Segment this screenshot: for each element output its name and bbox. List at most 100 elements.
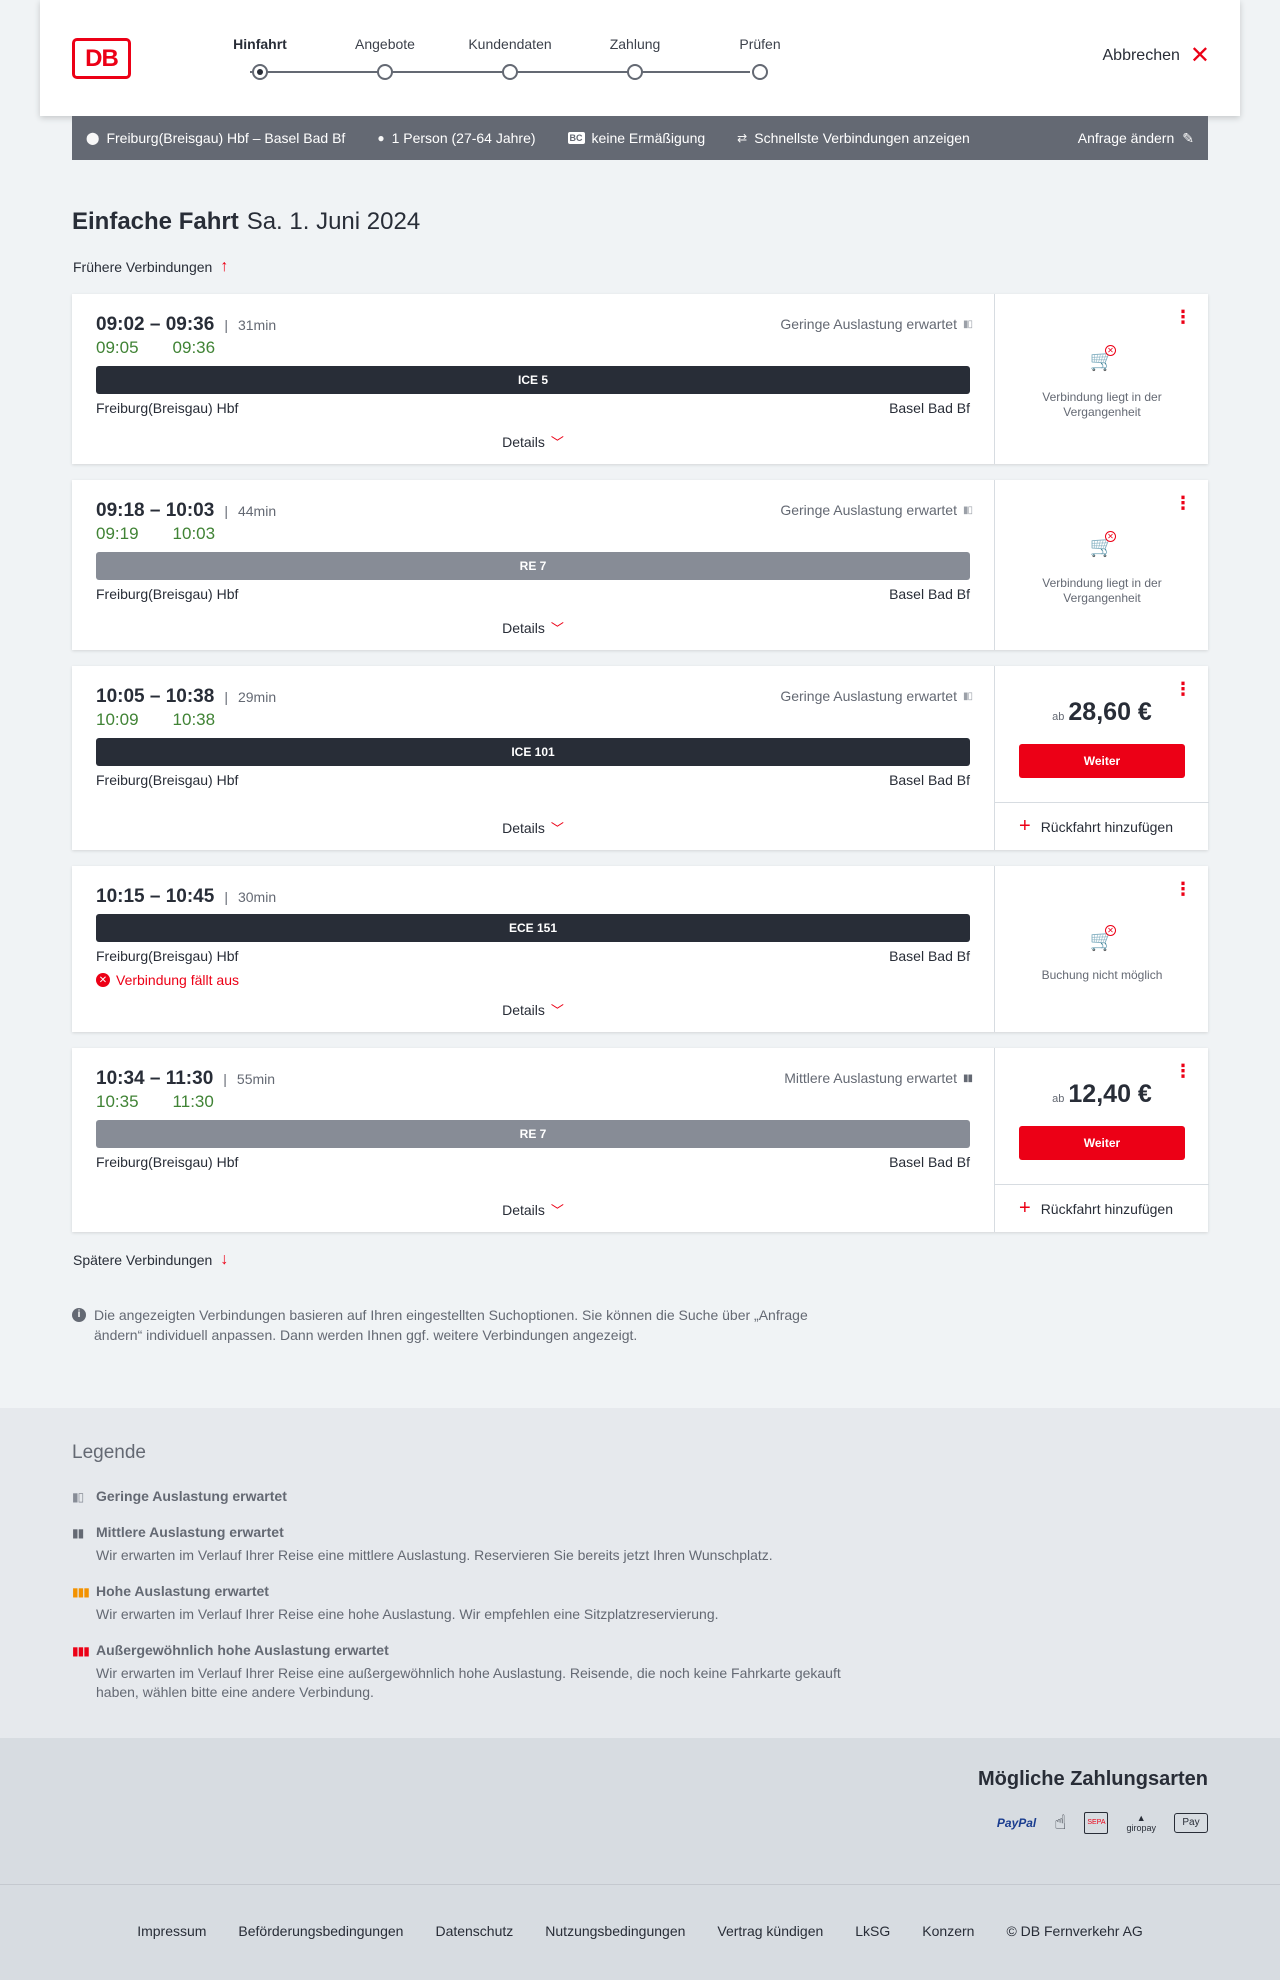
occupancy-info: Geringe Auslastung erwartet ▮▯ (780, 316, 973, 332)
bahncard-icon: BC (567, 132, 585, 144)
status-text: Verbindung liegt in der Vergangenheit (1042, 390, 1162, 419)
train-bar[interactable]: ECE 151 (96, 914, 970, 942)
person-icon: ● (377, 131, 385, 145)
duration: 30min (237, 889, 277, 905)
giropay-label: giropay (1126, 1822, 1156, 1833)
scheduled-times: 09:18 – 10:03 (96, 500, 215, 521)
footer-link-datenschutz[interactable]: Datenschutz (435, 1923, 513, 1939)
connection-card[interactable]: 09:18 – 10:03 | 44min 09:19 10:03 Gering… (72, 480, 1208, 650)
status-text: Buchung nicht möglich (1041, 968, 1163, 982)
occupancy-text: Geringe Auslastung erwartet (780, 316, 957, 332)
details-toggle[interactable]: Details ﹀ (72, 432, 994, 451)
connection-card[interactable]: 10:05 – 10:38 | 29min 10:09 10:38 Gering… (72, 666, 1209, 850)
realtime-departure: 10:35 (96, 1092, 139, 1111)
footer-link-befoerderungsbedingungen[interactable]: Beförderungsbedingungen (238, 1923, 403, 1939)
details-toggle[interactable]: Details ﹀ (72, 618, 994, 637)
departure-station: Freiburg(Breisgau) Hbf (96, 400, 239, 416)
cart-unavailable-icon: 🛒 ✕ (1089, 531, 1116, 558)
payment-section: Mögliche Zahlungsarten PayPal ☝ SEPA ▲ gi… (0, 1738, 1280, 1884)
step-pruefen: Prüfen (710, 34, 810, 80)
details-label: Details (502, 1002, 545, 1018)
arrival-station: Basel Bad Bf (889, 948, 970, 964)
footer: Impressum Beförderungsbedingungen Datens… (0, 1884, 1280, 1980)
details-toggle[interactable]: Details ﹀ (72, 1200, 994, 1219)
connection-card[interactable]: 10:34 – 11:30 | 55min 10:35 11:30 Mittle… (72, 1048, 1209, 1232)
payment-title: Mögliche Zahlungsarten (977, 1768, 1208, 1790)
legend-heading: Hohe Auslastung erwartet (96, 1583, 269, 1599)
arrival-station: Basel Bad Bf (889, 772, 970, 788)
arrival-station: Basel Bad Bf (889, 586, 970, 602)
cancel-button[interactable]: Abbrechen ✕ (1103, 42, 1211, 69)
realtime-arrival: 10:38 (172, 710, 216, 729)
later-connections-link[interactable]: Spätere Verbindungen ↓ (73, 1251, 228, 1269)
legend-heading: Geringe Auslastung erwartet (96, 1488, 287, 1504)
continue-button[interactable]: Weiter (1019, 744, 1185, 778)
stations: Freiburg(Breisgau) Hbf Basel Bad Bf (96, 772, 970, 788)
cancellation-notice: ✕ Verbindung fällt aus (96, 972, 239, 988)
price-amount: 28,60 € (1068, 698, 1152, 726)
step-dot (627, 64, 643, 80)
price-prefix: ab (1052, 1093, 1065, 1105)
footer-link-lksg[interactable]: LkSG (855, 1923, 890, 1939)
edit-search-button[interactable]: Anfrage ändern ✎ (1078, 130, 1194, 147)
close-icon: ✕ (1189, 42, 1210, 69)
more-options-icon[interactable]: ⋮ (1174, 880, 1192, 898)
offer-panel: ⋮ 🛒 ✕ Buchung nicht möglich (994, 866, 1208, 1032)
connection-card[interactable]: 10:15 – 10:45 | 30min ECE 151 Freiburg(B… (72, 866, 1208, 1032)
step-kundendaten: Kundendaten (460, 34, 560, 80)
step-label: Hinfahrt (233, 36, 287, 52)
continue-button[interactable]: Weiter (1019, 1126, 1185, 1160)
realtime-times: 09:19 10:03 (96, 524, 215, 544)
realtime-arrival: 10:03 (172, 524, 216, 543)
step-hinfahrt: Hinfahrt (210, 34, 310, 80)
applepay-label: Pay (1182, 1817, 1200, 1828)
train-bar[interactable]: ICE 101 (96, 738, 970, 766)
separator: | (224, 317, 228, 333)
details-label: Details (502, 434, 545, 450)
step-angebote: Angebote (335, 34, 435, 80)
occupancy-text: Geringe Auslastung erwartet (780, 688, 957, 704)
trip-type: Einfache Fahrt (72, 208, 239, 235)
footer-link-impressum[interactable]: Impressum (137, 1923, 206, 1939)
more-options-icon[interactable]: ⋮ (1174, 680, 1192, 698)
scheduled-times: 10:15 – 10:45 (96, 886, 215, 907)
add-return-button[interactable]: + Rückfahrt hinzufügen (995, 1184, 1209, 1232)
train-bar[interactable]: ICE 5 (96, 366, 970, 394)
step-label: Zahlung (609, 36, 661, 52)
giropay-logo: ▲ giropay (1126, 1813, 1156, 1833)
price-amount: 12,40 € (1068, 1080, 1152, 1108)
more-options-icon[interactable]: ⋮ (1174, 494, 1192, 512)
step-dot-active (252, 64, 268, 80)
occupancy-extreme-icon: ▮▮▮ (72, 1644, 90, 1658)
occupancy-medium-icon: ▮▮ (72, 1526, 84, 1540)
more-options-icon[interactable]: ⋮ (1174, 308, 1192, 326)
footer-link-nutzungsbedingungen[interactable]: Nutzungsbedingungen (545, 1923, 685, 1939)
train-bar[interactable]: RE 7 (96, 1120, 970, 1148)
separator: | (224, 689, 228, 705)
realtime-arrival: 09:36 (172, 338, 216, 357)
add-return-button[interactable]: + Rückfahrt hinzufügen (995, 802, 1209, 850)
train-bar[interactable]: RE 7 (96, 552, 970, 580)
legend-heading: Mittlere Auslastung erwartet (96, 1524, 284, 1540)
earlier-connections-link[interactable]: Frühere Verbindungen ↑ (73, 258, 228, 276)
chevron-down-icon: ﹀ (550, 621, 564, 636)
arrival-station: Basel Bad Bf (889, 1154, 970, 1170)
db-logo[interactable]: DB (72, 38, 131, 79)
discount-summary: BC keine Ermäßigung (567, 130, 705, 146)
footer-link-konzern[interactable]: Konzern (922, 1923, 974, 1939)
footer-link-vertrag-kuendigen[interactable]: Vertrag kündigen (717, 1923, 823, 1939)
more-options-icon[interactable]: ⋮ (1174, 1062, 1192, 1080)
legend-item-medium: ▮▮ Mittlere Auslastung erwartet Wir erwa… (72, 1524, 872, 1565)
location-pin-icon: ⬤ (86, 131, 100, 145)
details-toggle[interactable]: Details ﹀ (72, 1000, 994, 1019)
pencil-icon: ✎ (1182, 129, 1194, 146)
realtime-times: 10:09 10:38 (96, 710, 215, 730)
connection-card[interactable]: 09:02 – 09:36 | 31min 09:05 09:36 Gering… (72, 294, 1208, 464)
scheduled-times: 09:02 – 09:36 (96, 314, 215, 335)
search-summary-bar: ⬤ Freiburg(Breisgau) Hbf – Basel Bad Bf … (72, 116, 1208, 160)
route-text: Freiburg(Breisgau) Hbf – Basel Bad Bf (106, 130, 346, 146)
details-toggle[interactable]: Details ﹀ (72, 818, 994, 837)
connection-times: 09:02 – 09:36 | 31min (96, 314, 276, 336)
arrival-station: Basel Bad Bf (889, 400, 970, 416)
duration: 55min (236, 1071, 276, 1087)
